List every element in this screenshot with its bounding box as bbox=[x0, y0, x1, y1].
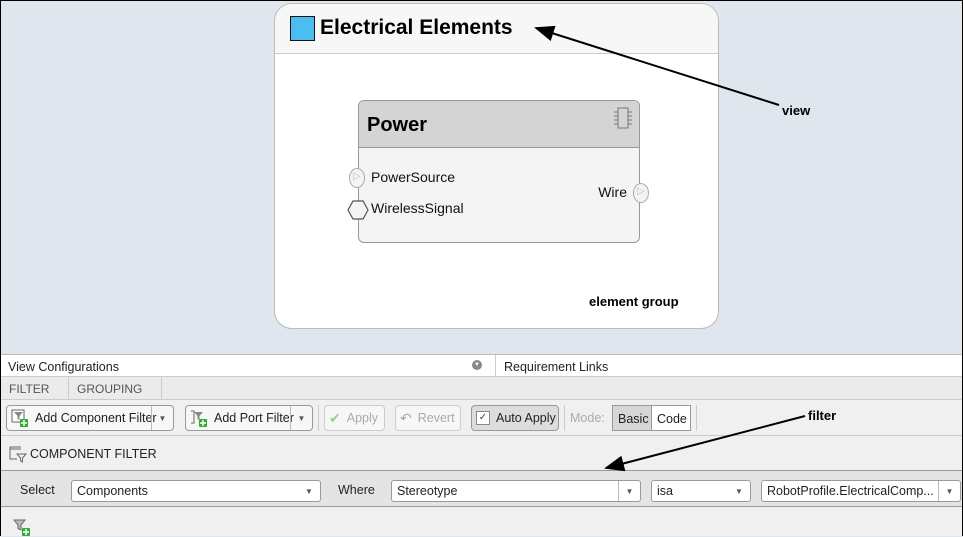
auto-apply-toggle[interactable]: ✓ Auto Apply bbox=[471, 405, 559, 431]
annotation-filter: filter bbox=[808, 408, 837, 423]
panel-title: View Configurations bbox=[8, 360, 119, 374]
view-title: Electrical Elements bbox=[320, 16, 513, 39]
chevron-down-icon[interactable]: ▼ bbox=[938, 481, 960, 501]
section-title: COMPONENT FILTER bbox=[30, 447, 157, 461]
tab-filter[interactable]: FILTER bbox=[1, 377, 69, 400]
component-power[interactable]: Power ▷ PowerSource WirelessSignal ▷ Wir… bbox=[347, 100, 649, 243]
chevron-down-icon[interactable]: ▼ bbox=[618, 481, 640, 501]
component-header: Power bbox=[359, 101, 639, 148]
port-powersource[interactable]: ▷ bbox=[349, 168, 365, 188]
add-port-filter-icon bbox=[191, 410, 207, 427]
chip-icon bbox=[614, 107, 632, 129]
value-dropdown[interactable]: RobotProfile.ElectricalComp... ▼ bbox=[761, 480, 961, 502]
hexagon-port-icon[interactable] bbox=[347, 199, 369, 221]
annotation-view: view bbox=[782, 103, 811, 118]
chevron-down-icon: ▼ bbox=[735, 486, 743, 496]
add-filter-row-icon[interactable] bbox=[13, 518, 31, 536]
button-label: Apply bbox=[346, 411, 379, 425]
port-label: PowerSource bbox=[371, 169, 456, 185]
button-label: Add Component Filter bbox=[35, 411, 157, 425]
tab-grouping[interactable]: GROUPING bbox=[69, 377, 162, 400]
revert-button[interactable]: ↶ Revert bbox=[395, 405, 461, 431]
undo-icon: ↶ bbox=[400, 409, 412, 426]
where-dropdown[interactable]: Stereotype ▼ bbox=[391, 480, 641, 502]
view-configurations-panel: View Configurations ▼ Requirement Links … bbox=[1, 354, 962, 536]
button-label: Add Port Filter bbox=[214, 411, 294, 425]
dropdown-value: isa bbox=[657, 484, 673, 498]
chevron-down-icon: ▼ bbox=[305, 486, 313, 496]
component-filter-icon bbox=[9, 446, 27, 463]
color-swatch bbox=[290, 16, 315, 41]
add-port-filter-button[interactable]: Add Port Filter ▼ bbox=[185, 405, 313, 431]
collapse-icon[interactable]: ▼ bbox=[472, 360, 482, 370]
chevron-down-icon[interactable]: ▼ bbox=[290, 406, 312, 430]
dropdown-value: Components bbox=[77, 484, 148, 498]
component-title: Power bbox=[367, 114, 428, 136]
mode-basic-button[interactable]: Basic bbox=[612, 405, 652, 431]
where-label: Where bbox=[338, 483, 375, 497]
dropdown-value: Stereotype bbox=[397, 484, 458, 498]
mode-label: Mode: bbox=[570, 411, 605, 425]
port-label: WirelessSignal bbox=[371, 200, 464, 216]
port-label: Wire bbox=[598, 184, 627, 200]
view-header: Electrical Elements bbox=[275, 4, 718, 54]
requirement-links-tab[interactable]: Requirement Links bbox=[504, 360, 608, 374]
add-component-filter-button[interactable]: Add Component Filter ▼ bbox=[6, 405, 174, 431]
checkbox-icon: ✓ bbox=[476, 411, 490, 425]
operator-dropdown[interactable]: isa ▼ bbox=[651, 480, 751, 502]
chevron-down-icon[interactable]: ▼ bbox=[151, 406, 173, 430]
button-label: Revert bbox=[417, 411, 455, 425]
element-group-label: element group bbox=[589, 294, 679, 309]
apply-button[interactable]: ✔ Apply bbox=[324, 405, 385, 431]
button-label: Auto Apply bbox=[496, 411, 556, 425]
select-dropdown[interactable]: Components ▼ bbox=[71, 480, 321, 502]
dropdown-value: RobotProfile.ElectricalComp... bbox=[767, 484, 934, 498]
port-wire[interactable]: ▷ bbox=[633, 183, 649, 203]
mode-code-button[interactable]: Code bbox=[652, 405, 691, 431]
add-filter-icon bbox=[11, 409, 28, 427]
check-icon: ✔ bbox=[329, 409, 341, 426]
select-label: Select bbox=[20, 483, 55, 497]
